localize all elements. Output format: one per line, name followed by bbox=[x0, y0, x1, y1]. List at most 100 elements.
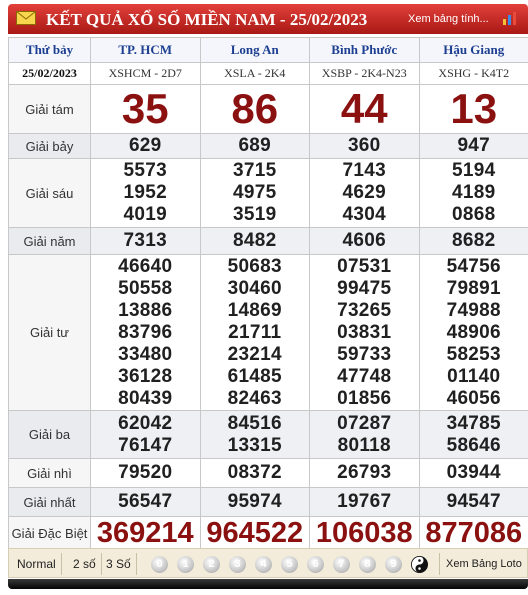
prize-row-g7: Giải bảy 629 689 360 947 bbox=[8, 133, 528, 159]
prize-number: 99475 bbox=[337, 277, 392, 299]
prize-number: 4304 bbox=[342, 204, 386, 225]
prize-number: 3519 bbox=[233, 204, 277, 225]
ticket-code: XSHG - K4T2 bbox=[418, 62, 528, 85]
digit-filter-9[interactable]: 9 bbox=[385, 556, 402, 573]
prize-number: 4019 bbox=[123, 204, 167, 225]
ticket-code: XSLA - 2K4 bbox=[199, 62, 310, 85]
prize-number: 1952 bbox=[123, 182, 167, 203]
prize-label: Giải năm bbox=[8, 227, 91, 255]
lottery-result-widget: KẾT QUẢ XỔ SỐ MIỀN NAM - 25/02/2023 Xem … bbox=[8, 4, 528, 589]
province-row: Thứ bảy TP. HCM Long An Bình Phước Hậu G… bbox=[8, 37, 528, 63]
prize-number: 19767 bbox=[309, 487, 420, 517]
prize-number: 07287 bbox=[337, 412, 392, 434]
prize-number: 95974 bbox=[199, 487, 310, 517]
spreadsheet-link[interactable]: Xem bảng tính... bbox=[408, 13, 489, 25]
prize-number: 74988 bbox=[446, 299, 501, 321]
prize-number: 54756 bbox=[446, 255, 501, 277]
mode-3-digit-button[interactable]: 3 Số bbox=[101, 553, 137, 575]
prize-cell: 62042 76147 bbox=[90, 410, 201, 459]
prize-number: 0868 bbox=[452, 204, 496, 225]
prize-number: 44 bbox=[309, 84, 420, 134]
prize-number: 3715 bbox=[233, 160, 277, 181]
prize-number: 82463 bbox=[227, 387, 282, 409]
yin-yang-icon[interactable] bbox=[411, 556, 428, 573]
prize-number: 689 bbox=[199, 133, 310, 159]
prize-label: Giải bảy bbox=[8, 133, 91, 159]
weekday-label: Thứ bảy bbox=[8, 37, 91, 63]
prize-number: 35 bbox=[90, 84, 201, 134]
prize-cell: 07287 80118 bbox=[309, 410, 420, 459]
prize-cell: 84516 13315 bbox=[199, 410, 310, 459]
digit-filter-2[interactable]: 2 bbox=[203, 556, 220, 573]
province-name[interactable]: Hậu Giang bbox=[418, 37, 528, 63]
loto-table-link[interactable]: Xem Bảng Loto bbox=[439, 553, 522, 575]
prize-number: 79891 bbox=[446, 277, 501, 299]
prize-number: 14869 bbox=[227, 299, 282, 321]
mode-2-digit-button[interactable]: 2 số bbox=[68, 553, 102, 575]
prize-number: 21711 bbox=[228, 321, 282, 343]
prize-number: 5573 bbox=[123, 160, 167, 181]
bar-chart-icon[interactable] bbox=[502, 11, 518, 25]
ticket-code: XSHCM - 2D7 bbox=[90, 62, 201, 85]
digit-filter-3[interactable]: 3 bbox=[229, 556, 246, 573]
prize-number: 94547 bbox=[418, 487, 528, 517]
prize-number: 4629 bbox=[342, 182, 386, 203]
prize-number: 13 bbox=[418, 84, 528, 134]
result-header: KẾT QUẢ XỔ SỐ MIỀN NAM - 25/02/2023 Xem … bbox=[8, 4, 528, 34]
province-name[interactable]: TP. HCM bbox=[90, 37, 201, 63]
prize-number: 03831 bbox=[337, 321, 392, 343]
digit-filter-0[interactable]: 0 bbox=[151, 556, 168, 573]
prize-cell: 5194 4189 0868 bbox=[418, 158, 528, 228]
draw-date: 25/02/2023 bbox=[8, 62, 91, 85]
prize-number: 36128 bbox=[118, 365, 173, 387]
prize-number: 34785 bbox=[446, 412, 501, 434]
prize-number: 30460 bbox=[227, 277, 282, 299]
prize-row-g6: Giải sáu 5573 1952 4019 3715 4975 3519 7143 4… bbox=[8, 158, 528, 228]
prize-number: 360 bbox=[309, 133, 420, 159]
prize-number: 83796 bbox=[118, 321, 173, 343]
prize-number: 629 bbox=[90, 133, 201, 159]
prize-row-g1: Giải nhất 56547 95974 19767 94547 bbox=[8, 487, 528, 517]
prize-number: 8682 bbox=[418, 227, 528, 255]
prize-number: 76147 bbox=[118, 434, 173, 456]
prize-number: 58646 bbox=[446, 434, 501, 456]
prize-number: 47748 bbox=[337, 365, 392, 387]
prize-number: 23214 bbox=[227, 343, 282, 365]
prize-number: 4189 bbox=[452, 182, 496, 203]
digit-filter-1[interactable]: 1 bbox=[177, 556, 194, 573]
prize-row-g8: Giải tám 35 86 44 13 bbox=[8, 84, 528, 134]
prize-number: 08372 bbox=[199, 458, 310, 488]
digit-filter-7[interactable]: 7 bbox=[333, 556, 350, 573]
prize-cell: 34785 58646 bbox=[418, 410, 528, 459]
prize-number: 50558 bbox=[118, 277, 173, 299]
results-table: Thứ bảy TP. HCM Long An Bình Phước Hậu G… bbox=[8, 37, 528, 550]
jackpot-number: 964522 bbox=[199, 516, 310, 550]
prize-cell: 54756 79891 74988 48906 58253 01140 46056 bbox=[418, 254, 528, 411]
prize-number: 01140 bbox=[447, 365, 501, 387]
prize-number: 13886 bbox=[118, 299, 173, 321]
prize-number: 8482 bbox=[199, 227, 310, 255]
province-name[interactable]: Long An bbox=[199, 37, 310, 63]
ticket-code: XSBP - 2K4-N23 bbox=[309, 62, 420, 85]
bottom-shadow-bar bbox=[8, 579, 528, 589]
prize-label: Giải tư bbox=[8, 254, 91, 411]
digit-filter-6[interactable]: 6 bbox=[307, 556, 324, 573]
prize-number: 03944 bbox=[418, 458, 528, 488]
prize-number: 46056 bbox=[446, 387, 501, 409]
digit-filter-8[interactable]: 8 bbox=[359, 556, 376, 573]
mode-normal-button[interactable]: Normal bbox=[12, 553, 62, 575]
prize-number: 7143 bbox=[342, 160, 386, 181]
province-name[interactable]: Bình Phước bbox=[309, 37, 420, 63]
prize-number: 80439 bbox=[118, 387, 173, 409]
prize-row-g2: Giải nhì 79520 08372 26793 03944 bbox=[8, 458, 528, 488]
jackpot-number: 369214 bbox=[90, 516, 201, 550]
prize-cell: 7143 4629 4304 bbox=[309, 158, 420, 228]
digit-filter-5[interactable]: 5 bbox=[281, 556, 298, 573]
digit-filter-4[interactable]: 4 bbox=[255, 556, 272, 573]
prize-number: 5194 bbox=[452, 160, 496, 181]
prize-number: 4606 bbox=[309, 227, 420, 255]
prize-cell: 3715 4975 3519 bbox=[199, 158, 310, 228]
prize-number: 62042 bbox=[118, 412, 173, 434]
prize-label: Giải ba bbox=[8, 410, 91, 459]
prize-number: 26793 bbox=[309, 458, 420, 488]
